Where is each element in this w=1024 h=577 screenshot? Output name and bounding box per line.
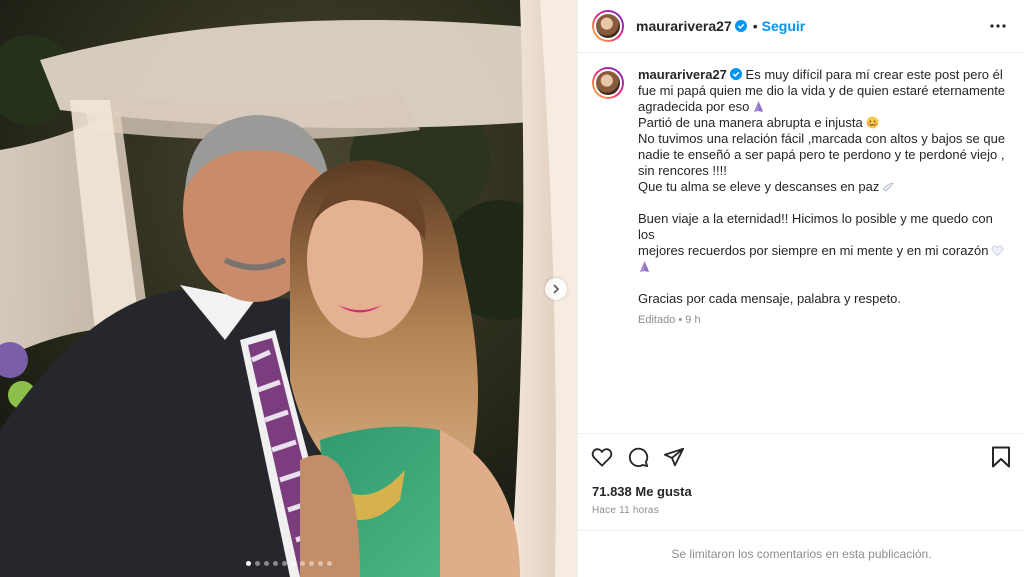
post-media[interactable] [0, 0, 577, 577]
caption-line: Buen viaje a la eternidad!! Hicimos lo p… [638, 211, 993, 242]
caption-gap [638, 275, 1011, 291]
instagram-post: maurarivera27 • Seguir maurarivera27 Es … [0, 0, 1024, 577]
caption-gap [638, 195, 1011, 211]
carousel-dot [299, 561, 305, 566]
username-text[interactable]: maurarivera27 [636, 18, 732, 34]
edited-label: Editado [638, 314, 676, 326]
caption-line-text: mejores recuerdos por siempre en mi ment… [638, 243, 989, 258]
post-actions-section: 71.838 Me gusta Hace 11 horas [578, 433, 1024, 516]
white-heart-emoji-icon [992, 245, 1004, 256]
chevron-right-icon [553, 284, 560, 294]
caption-line: Partió de una manera abrupta e injusta [638, 115, 1011, 131]
caption-line: Gracias por cada mensaje, palabra y resp… [638, 291, 902, 306]
separator: • [752, 18, 758, 34]
carousel-dot [245, 561, 251, 566]
comment-button[interactable] [626, 445, 650, 469]
avatar[interactable] [592, 67, 624, 99]
verified-badge-icon [729, 68, 742, 80]
caption-line: No tuvimos una relación fácil ,marcada c… [638, 131, 1006, 146]
verified-badge-icon [734, 20, 747, 32]
post-timestamp[interactable]: Hace 11 horas [578, 499, 1024, 516]
carousel-dot [326, 561, 332, 566]
carousel-dot [308, 561, 314, 566]
follow-button[interactable]: Seguir [762, 18, 806, 34]
share-button[interactable] [662, 445, 686, 469]
username-link[interactable]: maurarivera27 [636, 18, 747, 34]
like-button[interactable] [590, 445, 614, 469]
caption-line-text: Partió de una manera abrupta e injusta [638, 115, 863, 130]
caption-line: Que tu alma se eleve y descanses en paz [638, 179, 1011, 195]
sad-face-emoji-icon [866, 116, 879, 129]
comments-limited-notice: Se limitaron los comentarios en esta pub… [578, 530, 1024, 577]
carousel-dot [272, 561, 278, 566]
carousel-next-button[interactable] [545, 278, 567, 300]
caption-line: nadie te enseñó a ser papá pero te perdo… [638, 147, 1005, 162]
caption-body: maurarivera27 Es muy difícil para mí cre… [638, 67, 1011, 433]
carousel-dot [290, 561, 296, 566]
avatar[interactable] [592, 10, 624, 42]
caption-line-text: agradecida por eso [638, 99, 750, 114]
caption-line: Es muy difícil para mí crear este post p… [745, 67, 1003, 82]
heart-icon [591, 448, 613, 467]
caption-line-text: Que tu alma se eleve y descanses en paz [638, 179, 880, 194]
comment-icon [628, 447, 649, 468]
post-header: maurarivera27 • Seguir [578, 0, 1024, 53]
post-sidebar: maurarivera27 • Seguir maurarivera27 Es … [577, 0, 1024, 577]
carousel-dot [254, 561, 260, 566]
action-bar [578, 434, 1024, 480]
save-button[interactable] [989, 445, 1013, 469]
likes-count[interactable]: 71.838 Me gusta [578, 480, 1024, 499]
edited-time[interactable]: 9 h [685, 314, 700, 326]
carousel-dot [317, 561, 323, 566]
caption-meta: Editado • 9 h [638, 314, 1011, 326]
more-options-icon [990, 24, 1006, 28]
carousel-indicator [0, 561, 577, 566]
praying-hands-emoji-icon [754, 101, 764, 112]
send-icon [663, 447, 685, 467]
praying-hands-emoji-icon [640, 261, 649, 272]
post-caption: maurarivera27 Es muy difícil para mí cre… [578, 53, 1024, 433]
caption-text: maurarivera27 Es muy difícil para mí cre… [638, 67, 1011, 307]
bookmark-icon [992, 446, 1010, 468]
caption-line: mejores recuerdos por siempre en mi ment… [638, 243, 1011, 259]
post-photo [0, 0, 577, 577]
meta-separator: • [678, 314, 683, 326]
carousel-dot [281, 561, 287, 566]
caption-line: agradecida por eso [638, 99, 1011, 115]
caption-line [638, 259, 1011, 275]
more-options-button[interactable] [986, 14, 1010, 38]
caption-username[interactable]: maurarivera27 [638, 67, 727, 82]
caption-line: fue mi papá quien me dio la vida y de qu… [638, 83, 1006, 98]
carousel-dot [263, 561, 269, 566]
dove-emoji-icon [882, 182, 894, 192]
caption-line: sin rencores !!!! [638, 163, 727, 178]
